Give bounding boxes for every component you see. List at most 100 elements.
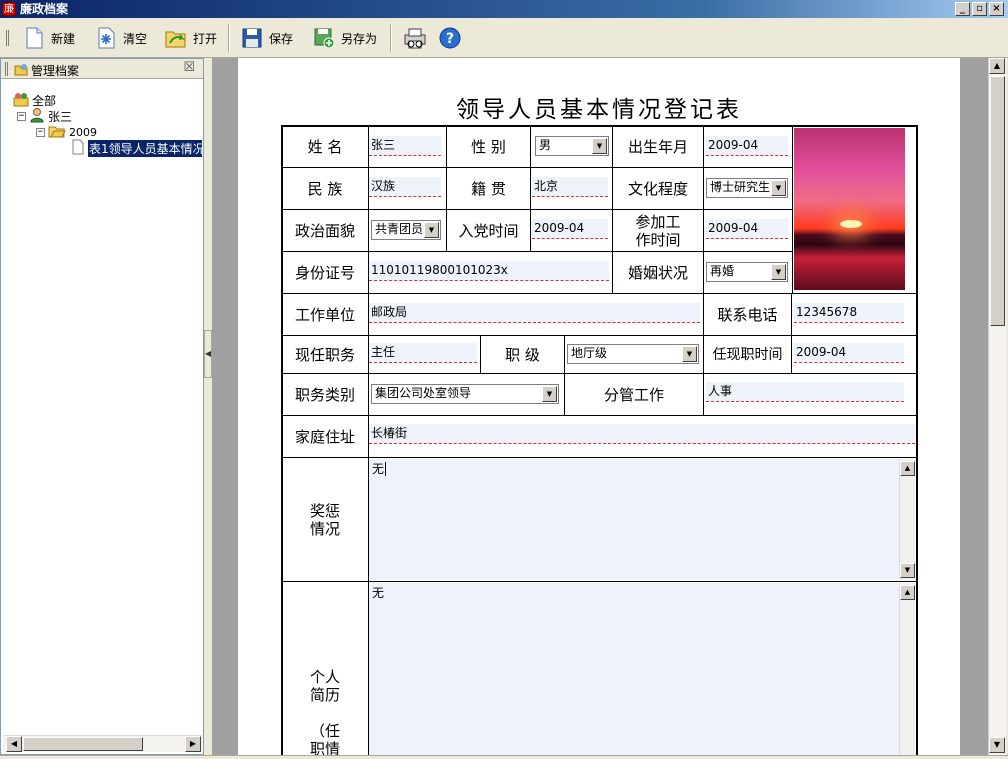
minimize-button[interactable]: _ <box>955 2 970 16</box>
panel-close-icon[interactable]: ☒ <box>183 60 195 75</box>
new-button[interactable]: 新建 <box>18 22 79 54</box>
position-field[interactable]: 主任 <box>369 343 477 363</box>
native-place-field[interactable]: 北京 <box>532 177 608 197</box>
party-date-field[interactable]: 2009-04 <box>532 219 608 239</box>
address-label: 家庭住址 <box>294 427 355 446</box>
print-button[interactable] <box>398 22 432 54</box>
rewards-textarea[interactable]: 无 ▲ ▼ <box>369 459 915 580</box>
document-area: 领导人员基本情况登记表 姓 名 张三 性 别 男▼ 出生年月 2009-04 <box>212 58 988 755</box>
collapse-toggle-icon[interactable]: − <box>36 127 45 137</box>
resume-label: 个人 简历 （任 职情 <box>309 668 340 755</box>
archive-icon <box>14 62 28 76</box>
user-icon <box>29 107 45 126</box>
native-place-label: 籍 贯 <box>471 179 506 198</box>
responsibility-field[interactable]: 人事 <box>706 382 904 402</box>
save-button[interactable]: 保存 <box>236 22 297 54</box>
work-unit-field[interactable]: 邮政局 <box>369 303 700 323</box>
dropdown-arrow-icon[interactable]: ▼ <box>771 180 786 196</box>
window-title: 廉政档案 <box>20 2 69 16</box>
app-icon: 廉 <box>2 2 16 16</box>
scroll-right-icon[interactable]: ▶ <box>185 736 201 752</box>
position-date-field[interactable]: 2009-04 <box>794 343 904 363</box>
tree-node-document[interactable]: 表1领导人员基本情况 <box>71 139 202 158</box>
form-title: 领导人员基本情况登记表 <box>456 97 742 123</box>
textarea-scrollbar[interactable]: ▲ <box>899 583 915 755</box>
panel-title: 管理档案 <box>31 64 80 78</box>
scroll-thumb[interactable] <box>23 737 143 751</box>
title-bar: 廉 廉政档案 _ ▫ × <box>0 0 1008 18</box>
panel-grip[interactable] <box>5 62 8 76</box>
work-start-label: 参加工 作时间 <box>635 212 681 249</box>
users-group-icon <box>13 91 29 110</box>
print-icon <box>402 26 426 50</box>
scroll-up-icon[interactable]: ▲ <box>900 461 915 476</box>
pane-splitter[interactable]: ◀ <box>204 58 212 755</box>
tree-label-selected: 表1领导人员基本情况 <box>88 139 202 157</box>
work-start-field[interactable]: 2009-04 <box>706 219 788 239</box>
save-icon <box>240 26 264 50</box>
position-type-select[interactable]: 集团公司处室领导 ▼ <box>371 384 559 404</box>
dropdown-arrow-icon[interactable]: ▼ <box>682 346 697 362</box>
address-field[interactable]: 长椿街 <box>369 424 915 444</box>
name-label: 姓 名 <box>307 137 343 156</box>
resume-textarea[interactable]: 无 ▲ <box>369 583 915 755</box>
ethnicity-label: 民 族 <box>307 179 343 198</box>
form-page: 领导人员基本情况登记表 姓 名 张三 性 别 男▼ 出生年月 2009-04 <box>238 58 960 755</box>
ethnicity-field[interactable]: 汉族 <box>369 177 441 197</box>
help-icon: ? <box>438 26 462 50</box>
birth-field[interactable]: 2009-04 <box>706 136 788 156</box>
clear-icon <box>94 26 118 50</box>
rewards-label: 奖惩 情况 <box>309 501 340 538</box>
clear-label: 清空 <box>123 31 148 46</box>
scroll-up-icon[interactable]: ▲ <box>989 58 1005 74</box>
dropdown-arrow-icon[interactable]: ▼ <box>592 138 607 154</box>
education-select[interactable]: 博士研究生 ▼ <box>706 178 788 198</box>
open-folder-icon <box>164 26 188 50</box>
scroll-thumb[interactable] <box>990 76 1005 326</box>
scroll-down-icon[interactable]: ▼ <box>989 737 1005 753</box>
vertical-scrollbar[interactable]: ▲ ▼ <box>988 58 1006 755</box>
phone-field[interactable]: 12345678 <box>794 303 904 323</box>
save-as-button[interactable]: 另存为 <box>308 22 381 54</box>
political-select[interactable]: 共青团员 ▼ <box>371 220 441 240</box>
help-button[interactable]: ? <box>434 22 466 54</box>
phone-label: 联系电话 <box>717 305 778 324</box>
restore-button[interactable]: ▫ <box>972 2 987 16</box>
open-button[interactable]: 打开 <box>160 22 221 54</box>
marital-label: 婚姻状况 <box>627 263 688 282</box>
tree-label: 张三 <box>48 109 73 124</box>
tree-node-person[interactable]: − 张三 <box>17 107 73 126</box>
rank-select[interactable]: 地厅级 ▼ <box>567 344 699 364</box>
political-label: 政治面貌 <box>294 221 355 240</box>
responsibility-label: 分管工作 <box>603 385 664 404</box>
status-bar <box>0 755 1008 759</box>
marital-select[interactable]: 再婚 ▼ <box>706 262 788 282</box>
dropdown-arrow-icon[interactable]: ▼ <box>542 386 557 402</box>
collapse-toggle-icon[interactable]: − <box>17 111 26 121</box>
position-label: 现任职务 <box>294 345 355 364</box>
dropdown-arrow-icon[interactable]: ▼ <box>424 222 439 238</box>
scroll-down-icon[interactable]: ▼ <box>900 563 915 578</box>
scroll-up-icon[interactable]: ▲ <box>900 585 915 600</box>
close-button[interactable]: × <box>989 2 1004 16</box>
id-number-field[interactable]: 110101198001010​23x <box>369 261 609 281</box>
open-folder-icon <box>48 124 66 141</box>
clear-button[interactable]: 清空 <box>90 22 151 54</box>
tree-label: 2009 <box>69 125 97 139</box>
new-label: 新建 <box>51 31 76 46</box>
collapse-left-icon[interactable]: ◀ <box>204 330 212 378</box>
document-icon <box>71 139 85 158</box>
textarea-scrollbar[interactable]: ▲ ▼ <box>899 459 915 580</box>
position-type-label: 职务类别 <box>294 385 355 404</box>
tree-node-year[interactable]: − 2009 <box>36 124 97 140</box>
panel-header: 管理档案 ☒ <box>1 59 203 79</box>
gender-select[interactable]: 男 ▼ <box>535 136 609 156</box>
toolbar-grip[interactable] <box>6 30 9 46</box>
scroll-left-icon[interactable]: ◀ <box>6 736 22 752</box>
horizontal-scrollbar[interactable]: ◀ ▶ <box>3 735 202 752</box>
profile-photo[interactable] <box>794 128 905 290</box>
work-unit-label: 工作单位 <box>294 305 355 324</box>
name-field[interactable]: 张三 <box>369 136 441 156</box>
dropdown-arrow-icon[interactable]: ▼ <box>771 264 786 280</box>
save-as-icon <box>312 26 336 50</box>
